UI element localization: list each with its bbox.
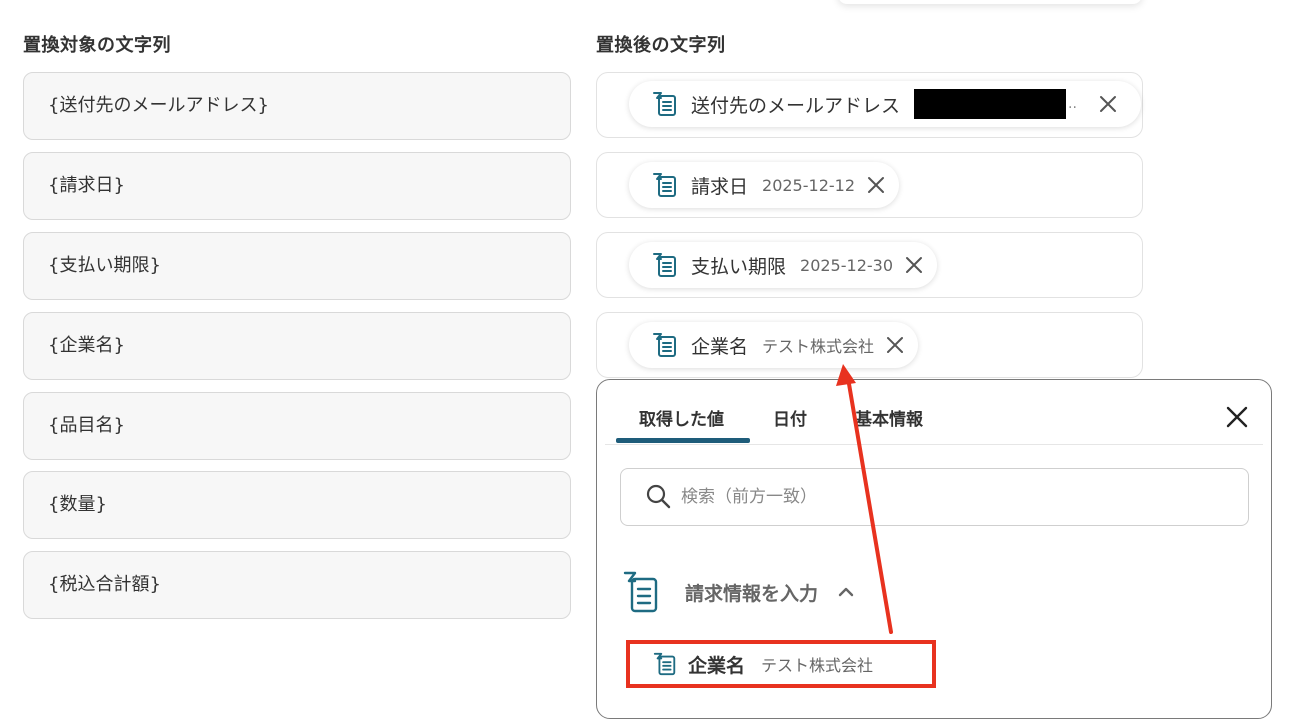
form-trigger-icon <box>621 569 661 615</box>
form-trigger-icon <box>651 251 679 279</box>
list-item-company-highlighted[interactable]: 企業名 テスト株式会社 <box>626 640 936 688</box>
tab-retrieved-values[interactable]: 取得した値 <box>639 405 724 430</box>
search-box <box>620 468 1249 526</box>
target-field-email[interactable]: {送付先のメールアドレス} <box>23 72 571 140</box>
truncation-mark: .. <box>1068 96 1077 112</box>
replacement-strings-heading: 置換後の文字列 <box>596 35 726 56</box>
chip-value: 2025-12-30 <box>800 255 893 275</box>
close-icon[interactable] <box>865 174 887 196</box>
form-trigger-icon <box>651 171 679 199</box>
tab-date[interactable]: 日付 <box>773 405 807 430</box>
target-strings-heading: 置換対象の文字列 <box>23 35 171 56</box>
target-field-company[interactable]: {企業名} <box>23 312 571 380</box>
search-input[interactable] <box>679 481 1219 513</box>
chevron-up-icon[interactable] <box>836 582 856 602</box>
group-header-invoice-info[interactable]: 請求情報を入力 <box>621 568 856 616</box>
search-icon <box>645 483 673 511</box>
previous-popup-edge <box>838 0 1142 4</box>
target-field-quantity[interactable]: {数量} <box>23 471 571 539</box>
tabs-divider <box>605 444 1263 445</box>
active-tab-indicator <box>616 438 750 443</box>
tab-basic-info[interactable]: 基本情報 <box>855 405 923 430</box>
chip-label: 送付先のメールアドレス <box>691 94 901 117</box>
target-field-invoice-date[interactable]: {請求日} <box>23 152 571 220</box>
chip-label: 請求日 <box>691 175 749 198</box>
chip-value: 2025-12-12 <box>762 175 855 195</box>
chip-label: 支払い期限 <box>691 255 787 278</box>
target-field-total[interactable]: {税込合計額} <box>23 551 571 619</box>
form-trigger-icon <box>651 331 679 359</box>
value-chip[interactable]: 請求日 2025-12-12 <box>629 162 899 208</box>
chip-value: テスト株式会社 <box>762 337 875 356</box>
form-trigger-icon <box>651 90 679 118</box>
close-icon[interactable] <box>884 334 906 356</box>
list-item-label: 企業名 <box>688 654 746 677</box>
value-chip[interactable]: 送付先のメールアドレス .. <box>629 81 1141 127</box>
redacted-value <box>914 89 1067 119</box>
chip-label: 企業名 <box>691 335 749 358</box>
close-icon[interactable] <box>903 254 925 276</box>
target-field-due-date[interactable]: {支払い期限} <box>23 232 571 300</box>
list-item-value: テスト株式会社 <box>761 656 874 675</box>
close-icon[interactable] <box>1223 403 1251 431</box>
value-chip[interactable]: 支払い期限 2025-12-30 <box>629 242 937 288</box>
target-field-item-name[interactable]: {品目名} <box>23 392 571 460</box>
close-icon[interactable] <box>1097 93 1119 115</box>
form-trigger-icon <box>652 651 678 677</box>
group-label: 請求情報を入力 <box>685 582 819 605</box>
value-chip[interactable]: 企業名 テスト株式会社 <box>629 322 919 368</box>
